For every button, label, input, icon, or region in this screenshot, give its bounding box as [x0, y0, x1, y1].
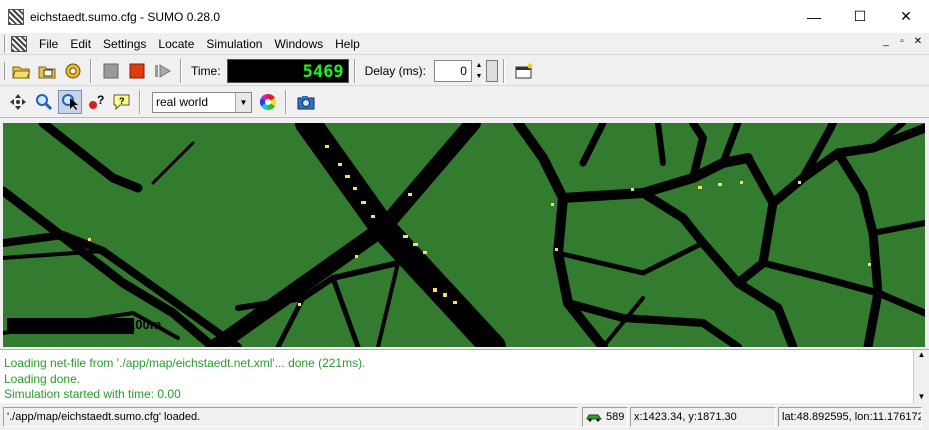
simulation-toolbar: Time: 5469 Delay (ms): 0 ▲ ▼	[0, 56, 929, 86]
magnifier-icon	[36, 94, 53, 111]
menu-simulation[interactable]: Simulation	[206, 37, 262, 51]
menu-bar: File Edit Settings Locate Simulation Win…	[0, 33, 929, 55]
simulation-map-view[interactable]: 0m 100m	[3, 123, 925, 347]
vehicle-count: 589	[606, 411, 625, 423]
screenshot-button[interactable]	[294, 90, 318, 114]
step-icon	[155, 63, 171, 78]
step-button[interactable]	[151, 59, 175, 83]
camera-icon	[297, 96, 315, 110]
log-line: Simulation started with time: 0.00	[4, 387, 181, 401]
sumo-app-icon	[8, 8, 24, 25]
tooltip-bubble-icon: ?	[113, 94, 130, 111]
question-pin-icon: ?	[89, 93, 104, 109]
reload-icon	[65, 63, 81, 78]
delay-spinner[interactable]: ▲ ▼	[473, 60, 485, 82]
minimize-button[interactable]: —	[791, 0, 837, 33]
spinner-up-icon[interactable]: ▲	[473, 60, 485, 71]
menubar-grip[interactable]	[4, 34, 7, 53]
window-title: eichstaedt.sumo.cfg - SUMO 0.28.0	[30, 9, 221, 24]
log-line: Loading net-file from './app/map/eichsta…	[4, 356, 366, 370]
recenter-view-button[interactable]	[6, 90, 30, 114]
reload-button[interactable]	[61, 59, 85, 83]
svg-text:?: ?	[97, 93, 104, 107]
recenter-icon	[10, 94, 26, 110]
geo-coordinates: lat:48.892595, lon:11.176172	[778, 407, 922, 427]
message-log: Loading net-file from './app/map/eichsta…	[0, 349, 929, 404]
scroll-up-icon[interactable]: ▲	[914, 350, 929, 362]
menu-help[interactable]: Help	[335, 37, 360, 51]
run-button[interactable]	[99, 59, 123, 83]
open-folder-icon	[12, 66, 30, 78]
menu-file[interactable]: File	[39, 37, 58, 51]
car-icon	[586, 414, 602, 422]
edit-coloring-button[interactable]	[256, 90, 280, 114]
tooltips-button[interactable]: ?	[110, 90, 134, 114]
stop-icon	[129, 63, 145, 78]
delay-input[interactable]: 0	[433, 59, 472, 82]
menu-edit[interactable]: Edit	[70, 37, 91, 51]
log-line: Loading done.	[4, 372, 81, 386]
vehicle-count-cell: 589	[582, 407, 628, 427]
mdi-restore-button[interactable]: ▫	[895, 35, 909, 49]
menu-settings[interactable]: Settings	[103, 37, 146, 51]
mdi-minimize-button[interactable]: _	[879, 35, 893, 49]
view-toolbar: ? ? real world ▼	[0, 87, 929, 118]
open-network-icon	[38, 66, 56, 78]
select-mode-button[interactable]	[58, 90, 82, 114]
time-label: Time:	[191, 63, 221, 78]
scroll-down-icon[interactable]: ▼	[914, 392, 929, 404]
open-network-button[interactable]	[35, 59, 59, 83]
color-wheel-icon	[259, 93, 277, 111]
stop-gray-icon	[103, 63, 119, 78]
menu-locate[interactable]: Locate	[158, 37, 194, 51]
scale-start-label: 0m	[7, 317, 26, 332]
title-bar: eichstaedt.sumo.cfg - SUMO 0.28.0 — ☐ ✕	[0, 0, 929, 33]
select-cursor-icon	[62, 94, 78, 110]
mdi-document-icon[interactable]	[11, 35, 27, 52]
time-display: 5469	[226, 58, 349, 83]
delay-label: Delay (ms):	[364, 63, 426, 78]
spinner-down-icon[interactable]: ▼	[473, 71, 485, 82]
stop-button[interactable]	[125, 59, 149, 83]
edit-breakpoints-button[interactable]: ?	[84, 90, 108, 114]
road-network	[3, 123, 925, 347]
cursor-coordinates: x:1423.34, y:1871.30	[630, 407, 776, 427]
toolbar-grip[interactable]	[4, 61, 7, 80]
status-message: './app/map/eichstaedt.sumo.cfg' loaded.	[3, 407, 578, 427]
menu-windows[interactable]: Windows	[274, 37, 323, 51]
new-view-button[interactable]	[512, 59, 536, 83]
status-bar: './app/map/eichstaedt.sumo.cfg' loaded. …	[0, 404, 929, 430]
open-simulation-button[interactable]	[9, 59, 33, 83]
delay-slider[interactable]	[485, 59, 498, 82]
log-scrollbar[interactable]: ▲ ▼	[913, 350, 929, 404]
maximize-button[interactable]: ☐	[837, 0, 883, 33]
color-scheme-value: real world	[156, 95, 209, 109]
mdi-close-button[interactable]: ✕	[911, 35, 925, 49]
locate-button[interactable]	[32, 90, 56, 114]
scale-end-label: 100m	[128, 317, 162, 332]
new-view-icon	[515, 63, 533, 78]
svg-text:?: ?	[119, 96, 125, 106]
close-button[interactable]: ✕	[883, 0, 929, 33]
color-scheme-select[interactable]: real world ▼	[152, 91, 252, 113]
chevron-down-icon[interactable]: ▼	[235, 92, 251, 112]
